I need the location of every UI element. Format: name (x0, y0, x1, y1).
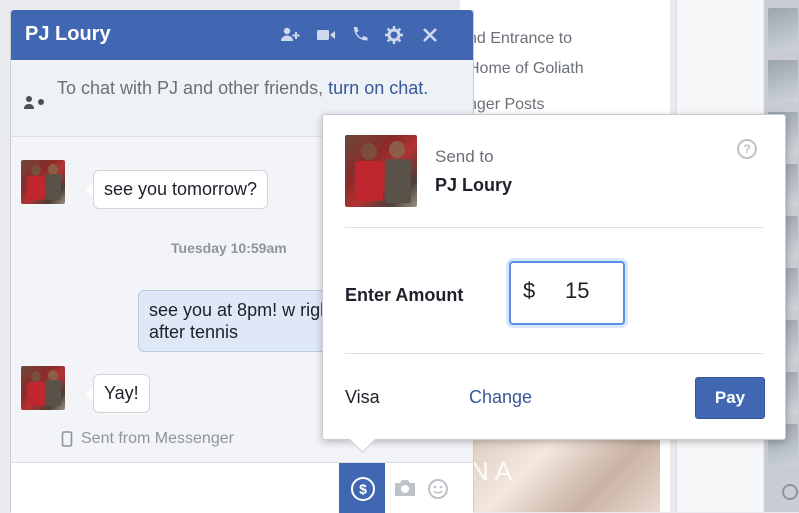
settings-gear-icon[interactable] (383, 24, 405, 46)
camera-icon[interactable] (393, 478, 417, 498)
pay-button[interactable]: Pay (695, 377, 765, 419)
thumbnail[interactable] (768, 60, 798, 102)
send-money-dialog: Send to PJ Loury ? Enter Amount $ 15 Vis… (322, 114, 786, 440)
recipient-avatar (345, 135, 417, 207)
sent-from-label: Sent from Messenger (81, 430, 234, 447)
mobile-phone-icon (61, 431, 73, 447)
video-call-icon[interactable] (315, 24, 337, 46)
chat-title[interactable]: PJ Loury (25, 23, 111, 46)
feed-link-line[interactable]: nger Posts (468, 96, 544, 114)
amount-value[interactable]: 15 (565, 278, 589, 304)
send-to-label: Send to (435, 147, 494, 166)
phone-call-icon[interactable] (349, 24, 371, 46)
avatar[interactable] (21, 160, 65, 204)
message-bubble-incoming: Yay! (86, 374, 150, 413)
turn-on-chat-link[interactable]: turn on chat. (328, 78, 428, 98)
thumbnail[interactable] (768, 8, 798, 50)
feed-text-line: Home of Goliath (468, 60, 584, 77)
amount-input[interactable]: $ 15 (509, 261, 625, 325)
chat-header[interactable]: PJ Loury (11, 10, 473, 60)
search-icon[interactable] (782, 484, 798, 500)
chat-off-notice-text: To chat with PJ and other friends, turn … (57, 76, 457, 100)
payment-card-label: Visa (345, 387, 380, 407)
message-timestamp: Tuesday 10:59am (171, 240, 287, 256)
friends-icon (24, 96, 44, 109)
send-money-button[interactable]: $ (339, 463, 385, 513)
divider (345, 353, 763, 354)
feed-text-line: nd Entrance to (468, 30, 573, 47)
send-money-icon: $ (351, 477, 375, 501)
recipient-name: PJ Loury (435, 175, 513, 195)
emoji-icon[interactable] (427, 478, 449, 500)
help-icon[interactable]: ? (737, 139, 757, 159)
notice-message: To chat with PJ and other friends, (57, 78, 324, 98)
divider (345, 227, 763, 228)
message-bubble-incoming: see you tomorrow? (85, 170, 269, 209)
amount-label: Enter Amount (345, 285, 464, 305)
message-composer[interactable]: $ (11, 462, 473, 513)
change-card-link[interactable]: Change (469, 387, 532, 408)
feed-image-caption: NA (470, 456, 519, 486)
avatar[interactable] (21, 366, 65, 410)
currency-symbol: $ (523, 278, 536, 303)
close-icon[interactable] (419, 24, 441, 46)
add-friend-icon[interactable] (279, 24, 301, 46)
